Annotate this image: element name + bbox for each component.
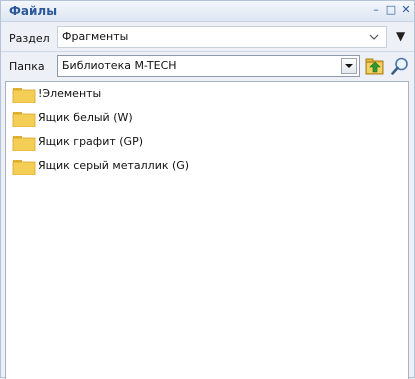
list-item[interactable]: Ящик графит (GP) (12, 133, 312, 151)
panel-titlebar: Файлы – □ ✕ (1, 1, 414, 22)
folder-icon (12, 112, 36, 127)
search-button[interactable] (390, 56, 410, 76)
section-label: Раздел (9, 32, 50, 45)
chevron-down-icon[interactable] (364, 27, 386, 47)
divider (1, 51, 414, 52)
file-name: !Элементы (38, 87, 102, 100)
section-menu-icon[interactable]: ▼ (396, 29, 405, 43)
list-item[interactable]: Ящик белый (W) (12, 109, 312, 127)
section-select[interactable]: Фрагменты (57, 26, 387, 48)
folder-icon (12, 160, 36, 175)
folder-select[interactable]: Библиотека M-TECH (57, 55, 360, 77)
panel-title: Файлы (9, 4, 58, 18)
dropdown-arrow-icon[interactable] (341, 58, 357, 74)
folder-up-button[interactable] (365, 56, 385, 76)
folder-up-icon (365, 58, 384, 75)
file-list[interactable]: !Элементы Ящик белый (W) Ящик графит (GP… (5, 81, 409, 379)
folder-icon (12, 136, 36, 151)
magnifier-icon (391, 57, 408, 75)
file-name: Ящик белый (W) (38, 111, 133, 124)
restore-button[interactable]: □ (384, 2, 398, 18)
list-item[interactable]: Ящик серый металлик (G) (12, 157, 312, 175)
files-panel: Файлы – □ ✕ Раздел Фрагменты ▼ Папка Биб… (0, 0, 415, 379)
folder-value: Библиотека M-TECH (62, 59, 177, 72)
folder-label: Папка (9, 60, 45, 73)
file-name: Ящик серый металлик (G) (38, 159, 190, 172)
section-value: Фрагменты (62, 30, 129, 43)
minimize-button[interactable]: – (369, 2, 383, 18)
list-item[interactable]: !Элементы (12, 85, 312, 103)
folder-icon (12, 88, 36, 103)
file-name: Ящик графит (GP) (38, 135, 143, 148)
close-button[interactable]: ✕ (399, 2, 413, 18)
